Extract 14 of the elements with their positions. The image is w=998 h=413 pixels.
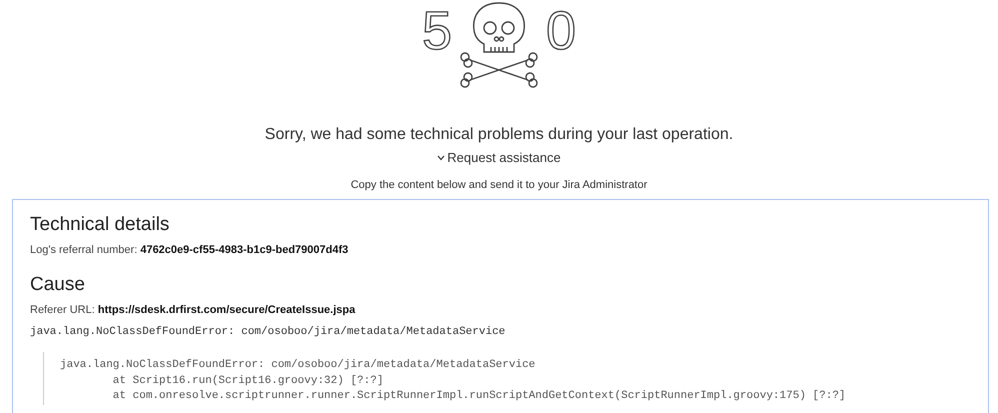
copy-instructions: Copy the content below and send it to your Jira Administrator [350, 179, 648, 191]
section-heading: Technical details [30, 214, 170, 236]
referer-url-line: Referer URL: https://sdesk.drfirst.com/secure/CreateIssue.jspa [30, 304, 356, 316]
error-digit: 0 [546, 0, 576, 62]
stack-trace-line: at Script16.run(Script16.groovy:32) [?:?] [112, 374, 384, 388]
chevron-icon [437, 154, 446, 160]
stack-trace-line: java.lang.NoClassDefFoundError: com/osoboo/jira/metadata/MetadataService [60, 358, 536, 373]
section-heading: Cause [30, 274, 86, 296]
exception-message: java.lang.NoClassDefFoundError: com/osoboo/jira/metadata/MetadataService [30, 326, 506, 338]
request-assistance-toggle[interactable]: Request assistance [437, 150, 561, 165]
referral-number-line: Log's referral number: 4762c0e9-cf55-4983-b1c9-bed79007d4f3 [30, 244, 350, 256]
error-digit: 5 [422, 0, 452, 62]
stack-trace-line: at com.onresolve.scriptrunner.runner.ScriptRunnerImpl.runScriptAndGetContext(ScriptRunnerImpl.groovy:175) [?:?] [112, 389, 847, 404]
error-message: Sorry, we had some technical problems during your last operation. [264, 126, 734, 144]
